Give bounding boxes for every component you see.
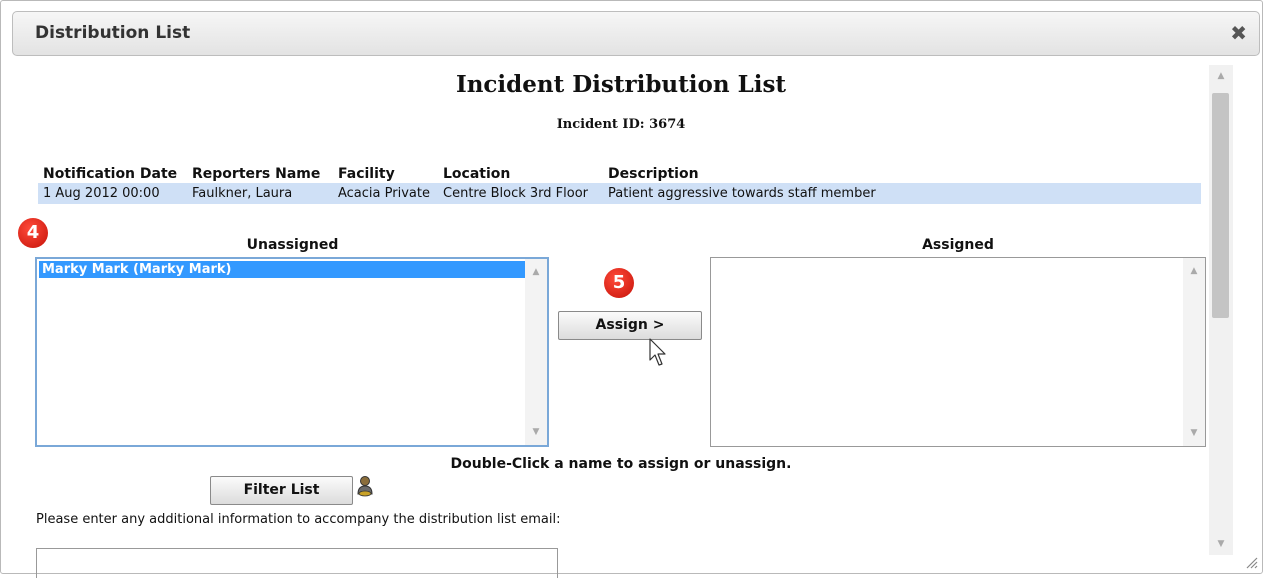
assign-button[interactable]: Assign > [558, 311, 702, 340]
cell-description: Patient aggressive towards staff member [608, 186, 876, 201]
unassigned-scrollbar[interactable]: ▲ ▼ [525, 259, 547, 445]
unassigned-listbox[interactable]: Marky Mark (Marky Mark) ▲ ▼ [35, 257, 549, 447]
scrollbar-thumb[interactable] [1212, 93, 1229, 318]
cell-reporters-name: Faulkner, Laura [192, 186, 293, 201]
resize-grip-icon[interactable] [1244, 555, 1258, 569]
header-description: Description [608, 166, 699, 182]
scroll-down-icon[interactable]: ▼ [1210, 539, 1232, 549]
additional-info-prompt: Please enter any additional information … [36, 512, 561, 527]
step-5-badge: 5 [604, 268, 634, 298]
header-location: Location [443, 166, 511, 182]
cell-facility: Acacia Private [338, 186, 430, 201]
scroll-up-icon[interactable]: ▲ [1183, 266, 1205, 276]
list-item[interactable]: Marky Mark (Marky Mark) [39, 261, 525, 278]
filter-list-button[interactable]: Filter List [210, 476, 353, 505]
additional-info-textarea[interactable] [36, 548, 558, 578]
assigned-listbox[interactable]: ▲ ▼ [710, 257, 1206, 447]
scroll-down-icon[interactable]: ▼ [1183, 428, 1205, 438]
assign-hint: Double-Click a name to assign or unassig… [450, 456, 792, 472]
distribution-list-dialog: Distribution List ✖ Incident Distributio… [0, 0, 1263, 578]
unassigned-label: Unassigned [246, 237, 339, 253]
scroll-up-icon[interactable]: ▲ [525, 267, 547, 277]
person-filter-icon[interactable] [356, 475, 374, 497]
header-notification-date: Notification Date [43, 166, 178, 182]
dialog-scrollbar[interactable]: ▲ ▼ [1209, 65, 1233, 555]
dialog-titlebar: Distribution List ✖ [12, 11, 1260, 56]
dialog-title: Distribution List [35, 23, 191, 43]
mouse-cursor-icon [649, 338, 666, 366]
header-facility: Facility [338, 166, 395, 182]
incident-id: Incident ID: 3674 [556, 117, 686, 132]
header-reporters-name: Reporters Name [192, 166, 321, 182]
assigned-label: Assigned [922, 237, 994, 253]
cell-notification-date: 1 Aug 2012 00:00 [43, 186, 160, 201]
cell-location: Centre Block 3rd Floor [443, 186, 589, 201]
scroll-down-icon[interactable]: ▼ [525, 427, 547, 437]
assigned-scrollbar[interactable]: ▲ ▼ [1183, 258, 1205, 446]
close-icon[interactable]: ✖ [1230, 21, 1247, 45]
page-title: Incident Distribution List [455, 71, 787, 98]
scroll-up-icon[interactable]: ▲ [1210, 71, 1232, 81]
